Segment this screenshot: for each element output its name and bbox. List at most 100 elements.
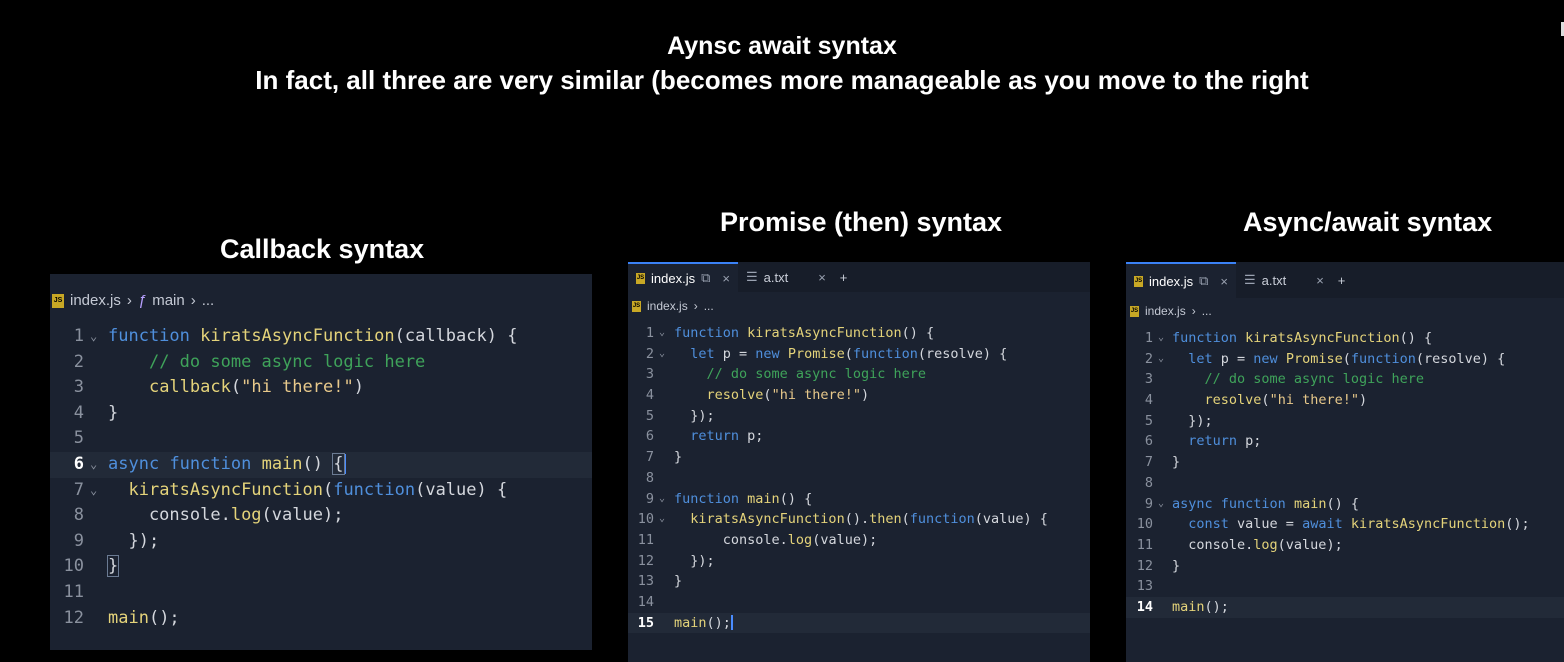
async-await-heading: Async/await syntax (1243, 207, 1493, 237)
chevron-right-icon: › (190, 292, 196, 309)
callback-heading: Callback syntax (220, 234, 425, 264)
breadcrumb-more[interactable]: ... (202, 292, 215, 309)
close-icon[interactable]: × (1220, 274, 1228, 289)
code-line: 12 main(); (63, 607, 180, 628)
code-line: 14 (637, 593, 654, 610)
code-line: 6 return p; (1144, 433, 1262, 450)
chevron-down-icon[interactable]: ⌄ (659, 509, 665, 530)
code-line: 2 ⌄ let p = new Promise(function(resolve)… (1126, 349, 1564, 370)
code-line: 12 }); (637, 552, 715, 569)
close-icon[interactable]: × (818, 270, 826, 285)
code-line: 13 (1136, 578, 1153, 595)
code-line: 9 ⌄ async function main() { (1126, 494, 1564, 515)
code-line: 1 ⌄ function kiratsAsyncFunction(callback)… (50, 324, 592, 350)
js-file-icon: JS (52, 293, 64, 308)
promise-editor[interactable]: JS index.js ⧉ × ☰ a.txt × + JS index.js … (628, 262, 1090, 662)
breadcrumb: JS index.js › ... (1130, 304, 1212, 318)
breadcrumb-file[interactable]: index.js (70, 292, 121, 309)
tab-label: a.txt (763, 269, 789, 285)
breadcrumb: JS index.js › ... (632, 299, 714, 313)
tab-index-js[interactable]: JS index.js ⧉ × (1126, 262, 1236, 298)
code-line: 11 (63, 581, 84, 602)
code-area[interactable]: 1 ⌄ function kiratsAsyncFunction() { 2 ⌄ le… (628, 323, 1090, 634)
tab-label: index.js (651, 270, 696, 286)
text-file-icon: ☰ (1243, 272, 1256, 287)
breadcrumb-file[interactable]: index.js (1145, 304, 1186, 318)
tab-index-js[interactable]: JS index.js ⧉ × (628, 262, 738, 292)
js-file-icon: JS (636, 272, 645, 284)
chevron-down-icon[interactable]: ⌄ (90, 478, 97, 504)
code-line: 5 }); (1144, 412, 1213, 429)
tab-bar: JS index.js ⧉ × ☰ a.txt × + (628, 262, 1090, 292)
js-file-icon: JS (632, 300, 641, 312)
chevron-down-icon[interactable]: ⌄ (1158, 349, 1164, 370)
code-line: 9 }); (73, 530, 160, 551)
breadcrumb-more[interactable]: ... (704, 299, 714, 313)
code-line: 11 console.log(value); (637, 531, 878, 548)
code-line: 5 (73, 428, 84, 449)
code-line: 1 ⌄ function kiratsAsyncFunction() { (628, 323, 1090, 344)
tab-a-txt[interactable]: ☰ a.txt × (1236, 262, 1332, 298)
code-line: 9 ⌄ function main() { (628, 489, 1090, 510)
callback-editor[interactable]: JS index.js › ƒ main › ... 1 ⌄ function ki… (50, 274, 592, 650)
text-cursor (730, 615, 733, 631)
chevron-down-icon[interactable]: ⌄ (1158, 494, 1164, 515)
breadcrumb-file[interactable]: index.js (647, 299, 688, 313)
text-file-icon: ☰ (745, 269, 758, 284)
add-tab-button[interactable]: + (1332, 273, 1352, 288)
code-line: 5 }); (645, 407, 715, 424)
code-line: 3 // do some async logic here (1144, 371, 1424, 388)
code-line: 4 resolve("hi there!") (645, 387, 870, 404)
tab-bar: JS index.js ⧉ × ☰ a.txt × + (1126, 262, 1564, 298)
code-line-current: 6 ⌄ async function main() { (50, 451, 592, 478)
code-line: 12} (1136, 557, 1181, 574)
breadcrumb-more[interactable]: ... (1202, 304, 1212, 318)
code-line: 8 (645, 469, 654, 486)
slide-title: Aynsc await syntax (667, 32, 897, 60)
chevron-down-icon[interactable]: ⌄ (90, 452, 97, 478)
js-file-icon: JS (1130, 305, 1139, 317)
chevron-down-icon[interactable]: ⌄ (1158, 328, 1164, 349)
code-line: 10} (63, 555, 120, 578)
chevron-right-icon: › (126, 292, 132, 309)
code-line: 8 (1144, 474, 1153, 491)
text-cursor (343, 453, 346, 474)
breadcrumb-function[interactable]: main (152, 292, 185, 309)
code-line: 13} (637, 573, 683, 590)
tab-label: index.js (1149, 273, 1194, 289)
code-area[interactable]: 1 ⌄ function kiratsAsyncFunction() { 2 ⌄ le… (1126, 328, 1564, 618)
code-line: 3 // do some async logic here (645, 366, 926, 383)
code-line: 3 callback("hi there!") (73, 377, 364, 398)
code-line-current: 15 main(); (628, 612, 1090, 634)
code-area[interactable]: 1 ⌄ function kiratsAsyncFunction(callback)… (50, 324, 592, 631)
tab-label: a.txt (1261, 272, 1287, 288)
code-line: 10 ⌄ kiratsAsyncFunction().then(function(… (628, 509, 1090, 530)
chevron-right-icon: › (693, 299, 698, 313)
code-line: 4} (73, 402, 119, 423)
code-line: 1 ⌄ function kiratsAsyncFunction() { (1126, 328, 1564, 349)
code-line: 7} (645, 449, 683, 466)
code-line: 4 resolve("hi there!") (1144, 392, 1368, 409)
code-line: 2 // do some async logic here (73, 351, 426, 372)
code-line: 8 console.log(value); (73, 505, 344, 526)
chevron-down-icon[interactable]: ⌄ (659, 323, 665, 344)
chevron-right-icon: › (1191, 304, 1196, 318)
code-line: 7 ⌄ kiratsAsyncFunction(function(value) { (50, 478, 592, 504)
slide-subtitle: In fact, all three are very similar (bec… (255, 65, 1309, 95)
function-icon: ƒ (137, 292, 147, 309)
code-line: 11 console.log(value); (1136, 536, 1343, 553)
code-line: 2 ⌄ let p = new Promise(function(resolve)… (628, 344, 1090, 365)
js-file-icon: JS (1134, 275, 1143, 287)
split-editor-icon[interactable]: ⧉ (701, 270, 710, 286)
chevron-down-icon[interactable]: ⌄ (659, 489, 665, 510)
tab-a-txt[interactable]: ☰ a.txt × (738, 262, 834, 292)
add-tab-button[interactable]: + (834, 270, 854, 285)
close-icon[interactable]: × (1316, 273, 1324, 288)
split-editor-icon[interactable]: ⧉ (1199, 273, 1208, 289)
chevron-down-icon[interactable]: ⌄ (90, 324, 97, 350)
async-await-editor[interactable]: JS index.js ⧉ × ☰ a.txt × + JS index.js … (1126, 262, 1564, 662)
chevron-down-icon[interactable]: ⌄ (659, 344, 665, 365)
promise-heading: Promise (then) syntax (720, 207, 1003, 237)
code-line: 7} (1144, 454, 1181, 471)
close-icon[interactable]: × (722, 271, 730, 286)
